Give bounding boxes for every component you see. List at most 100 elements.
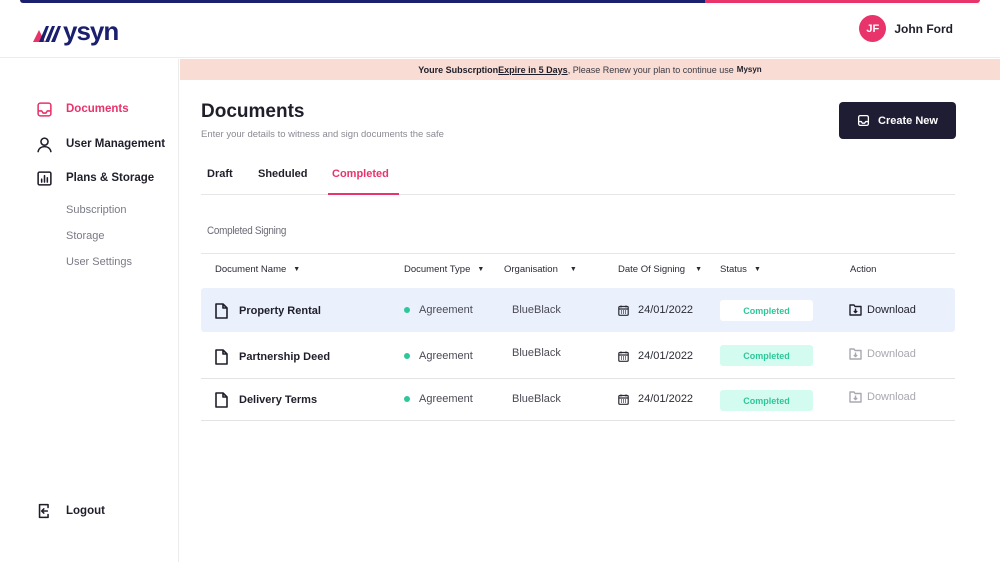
document-name: Property Rental	[239, 305, 321, 317]
download-folder-icon	[849, 303, 862, 316]
download-button[interactable]: Download	[849, 303, 916, 316]
create-new-button[interactable]: Create New	[839, 102, 956, 139]
organisation-cell: BlueBlack	[512, 347, 561, 359]
document-name: Delivery Terms	[239, 394, 318, 406]
type-dot-icon	[404, 396, 410, 402]
type-dot-icon	[404, 353, 410, 359]
banner-suffix: , Please Renew your plan to continue use	[567, 64, 734, 75]
logo[interactable]: ysyn	[33, 16, 119, 46]
column-label: Date Of Signing	[618, 264, 686, 275]
sidebar-item-user-management[interactable]: User Management	[35, 135, 165, 153]
create-new-label: Create New	[878, 114, 938, 127]
column-label: Document Name	[215, 264, 287, 275]
sidebar-subitem-subscription[interactable]: Subscription	[66, 204, 127, 216]
sidebar: Documents User Management Plans & Storag…	[0, 59, 179, 562]
column-header-status[interactable]: Status ▼	[720, 264, 761, 275]
date-cell: 24/01/2022	[618, 350, 693, 362]
date-cell: 24/01/2022	[618, 304, 693, 316]
sidebar-item-label: Plans & Storage	[66, 172, 155, 184]
app-header: ysyn JF John Ford	[0, 3, 1000, 58]
document-type: Agreement	[419, 393, 473, 405]
sidebar-item-label: User Management	[66, 138, 166, 150]
signing-date: 24/01/2022	[638, 304, 694, 316]
download-label: Download	[867, 390, 916, 403]
active-tab-indicator	[328, 193, 399, 195]
column-label: Action	[850, 264, 877, 275]
document-name-cell[interactable]: Partnership Deed	[215, 349, 330, 365]
user-name[interactable]: John Ford	[894, 22, 953, 36]
logout-icon	[35, 502, 53, 520]
sidebar-subitem-storage[interactable]: Storage	[66, 230, 105, 242]
table-row[interactable]: Delivery Terms Agreement BlueBlack 24/01…	[201, 379, 955, 421]
status-badge: Completed	[720, 300, 813, 321]
signing-date: 24/01/2022	[638, 393, 694, 405]
column-header-organisation[interactable]: Organisation ▼	[504, 264, 577, 275]
tab-completed[interactable]: Completed	[332, 168, 389, 180]
sidebar-item-label: Documents	[66, 103, 129, 115]
tab-sheduled[interactable]: Sheduled	[258, 168, 308, 180]
status-badge: Completed	[720, 390, 813, 411]
calendar-icon	[618, 351, 629, 362]
column-header-action: Action	[850, 264, 876, 275]
calendar-icon	[618, 305, 629, 316]
logo-mark-icon	[33, 26, 61, 42]
column-header-document-type[interactable]: Document Type ▼	[404, 264, 484, 275]
organisation-cell: BlueBlack	[512, 393, 561, 405]
document-type: Agreement	[419, 304, 473, 316]
sidebar-item-plans-storage[interactable]: Plans & Storage	[35, 169, 154, 187]
download-folder-icon	[849, 347, 862, 360]
table-row[interactable]: Property Rental Agreement BlueBlack 24/0…	[201, 288, 955, 332]
caret-down-icon: ▼	[695, 266, 703, 273]
file-icon	[215, 392, 228, 408]
avatar[interactable]: JF	[859, 15, 887, 42]
signing-date: 24/01/2022	[638, 350, 694, 362]
inbox-icon	[35, 100, 53, 118]
column-header-date-of-signing[interactable]: Date Of Signing ▼	[618, 264, 702, 275]
calendar-icon	[618, 394, 629, 405]
column-label: Document Type	[404, 264, 471, 275]
inbox-icon	[857, 114, 870, 127]
date-cell: 24/01/2022	[618, 393, 693, 405]
document-tabs: Draft Sheduled Completed	[201, 158, 955, 195]
bar-chart-icon	[35, 169, 53, 187]
document-type-cell: Agreement	[404, 350, 473, 362]
organisation-cell: BlueBlack	[512, 304, 561, 316]
caret-down-icon: ▼	[477, 266, 485, 273]
type-dot-icon	[404, 307, 410, 313]
file-icon	[215, 349, 228, 365]
download-button[interactable]: Download	[849, 347, 916, 360]
download-label: Download	[867, 347, 916, 360]
status-badge: Completed	[720, 345, 813, 366]
table-divider	[201, 253, 955, 254]
file-icon	[215, 303, 228, 319]
logo-text: ysyn	[63, 16, 119, 46]
caret-down-icon: ▼	[753, 266, 761, 273]
sidebar-subitem-user-settings[interactable]: User Settings	[66, 256, 132, 268]
page-subtitle: Enter your details to witness and sign d…	[201, 129, 444, 140]
banner-expiry[interactable]: Expire in 5 Days	[498, 65, 568, 75]
page-title: Documents	[201, 101, 305, 122]
section-label: Completed Signing	[207, 225, 287, 237]
tab-draft[interactable]: Draft	[207, 168, 233, 180]
download-folder-icon	[849, 390, 862, 403]
document-name-cell[interactable]: Property Rental	[215, 303, 321, 319]
user-icon	[35, 135, 53, 153]
download-button[interactable]: Download	[849, 390, 916, 403]
document-type: Agreement	[419, 350, 473, 362]
document-type-cell: Agreement	[404, 304, 473, 316]
document-name-cell[interactable]: Delivery Terms	[215, 392, 317, 408]
subscription-banner: Youre Subscrption Expire in 5 Days , Ple…	[180, 59, 1000, 80]
table-row[interactable]: Partnership Deed Agreement BlueBlack 24/…	[201, 335, 955, 379]
user-menu[interactable]: JF John Ford	[859, 15, 953, 42]
sidebar-item-documents[interactable]: Documents	[35, 100, 129, 118]
caret-down-icon: ▼	[569, 266, 577, 273]
document-type-cell: Agreement	[404, 393, 473, 405]
logout-button[interactable]: Logout	[35, 502, 105, 520]
document-name: Partnership Deed	[239, 351, 331, 363]
banner-brand: Mysyn	[736, 65, 762, 74]
logout-label: Logout	[66, 505, 105, 517]
caret-down-icon: ▼	[293, 266, 301, 273]
download-label: Download	[867, 303, 916, 316]
column-header-document-name[interactable]: Document Name ▼	[215, 264, 300, 275]
column-label: Status	[720, 264, 747, 275]
